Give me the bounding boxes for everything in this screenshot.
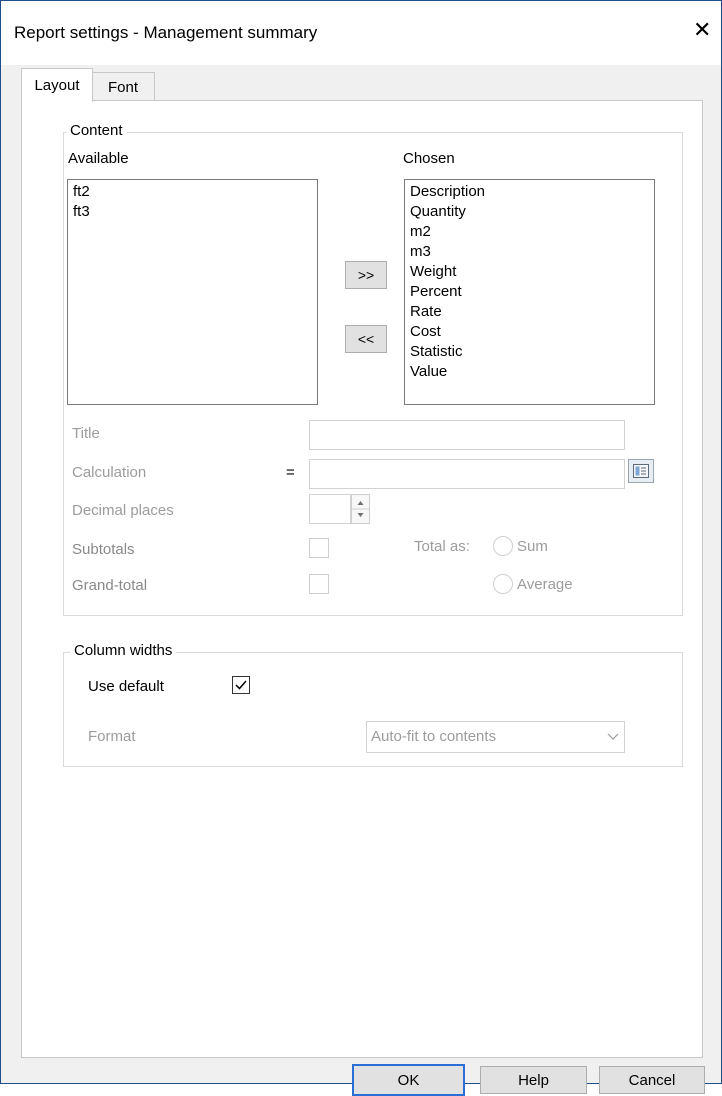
list-item[interactable]: m2 (410, 222, 649, 242)
title-label: Title (72, 425, 100, 442)
sum-label: Sum (517, 538, 548, 555)
list-item[interactable]: Weight (410, 262, 649, 282)
help-button[interactable]: Help (480, 1066, 587, 1094)
ok-button[interactable]: OK (352, 1064, 465, 1096)
total-as-label: Total as: (414, 538, 470, 555)
subtotals-label: Subtotals (72, 541, 135, 558)
calculation-label: Calculation (72, 464, 147, 481)
tab-layout-label: Layout (34, 77, 80, 94)
list-item[interactable]: Percent (410, 282, 649, 302)
list-item[interactable]: Value (410, 362, 649, 382)
calculation-input[interactable] (309, 459, 625, 489)
chosen-listbox[interactable]: Description Quantity m2 m3 Weight Percen… (404, 179, 655, 405)
decimal-spinner[interactable] (351, 494, 370, 524)
list-item[interactable]: ft3 (73, 202, 312, 222)
list-item[interactable]: Description (410, 182, 649, 202)
cancel-button[interactable]: Cancel (599, 1066, 705, 1094)
list-item[interactable]: ft2 (73, 182, 312, 202)
tab-font-label: Font (107, 78, 138, 96)
available-label: Available (68, 150, 129, 167)
average-radio[interactable] (493, 574, 513, 594)
tab-layout[interactable]: Layout (21, 68, 93, 102)
chevron-down-icon (607, 733, 619, 740)
chosen-label: Chosen (403, 150, 455, 167)
grand-total-label: Grand-total (72, 577, 148, 594)
format-dropdown[interactable]: Auto-fit to contents (366, 721, 625, 753)
format-label: Format (88, 728, 136, 745)
sum-radio[interactable] (493, 536, 513, 556)
equals-sign: = (286, 464, 295, 481)
title-bar: Report settings - Management summary ✕ (1, 1, 721, 65)
list-item[interactable]: Statistic (410, 342, 649, 362)
subtotals-checkbox[interactable] (309, 538, 329, 558)
column-widths-legend: Column widths (70, 642, 177, 659)
layout-tab-panel: Content Available Chosen ft2 ft3 >> << D… (21, 100, 703, 1058)
format-dropdown-value: Auto-fit to contents (371, 728, 497, 745)
average-label: Average (517, 576, 573, 593)
dialog-window: Report settings - Management summary ✕ L… (0, 0, 722, 1096)
list-item[interactable]: Cost (410, 322, 649, 342)
title-input[interactable] (309, 420, 625, 450)
checkmark-icon (235, 680, 247, 690)
list-item[interactable]: Quantity (410, 202, 649, 222)
available-listbox[interactable]: ft2 ft3 (67, 179, 318, 405)
tab-font[interactable]: Font (91, 72, 155, 101)
decimal-places-input[interactable] (309, 494, 351, 524)
decimal-places-label: Decimal places (72, 502, 174, 519)
content-legend: Content (66, 122, 127, 139)
list-item[interactable]: Rate (410, 302, 649, 322)
close-icon[interactable]: ✕ (693, 19, 711, 41)
use-default-checkbox[interactable] (232, 676, 250, 694)
remove-button[interactable]: << (345, 325, 387, 353)
list-item[interactable]: m3 (410, 242, 649, 262)
dialog-title: Report settings - Management summary (14, 23, 318, 42)
add-button[interactable]: >> (345, 261, 387, 289)
use-default-label: Use default (88, 678, 164, 695)
calculator-icon[interactable] (628, 459, 654, 483)
grand-total-checkbox[interactable] (309, 574, 329, 594)
